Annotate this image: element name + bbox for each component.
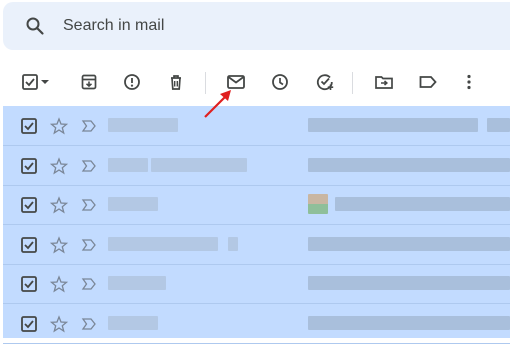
search-bar[interactable]: Search in mail — [3, 2, 510, 50]
subject-redacted — [308, 315, 510, 330]
row-checkbox-icon[interactable] — [20, 117, 38, 135]
row-checkbox-icon[interactable] — [20, 315, 38, 333]
email-row[interactable] — [3, 225, 510, 265]
toolbar-divider — [205, 72, 206, 94]
star-icon[interactable] — [49, 117, 69, 135]
star-icon[interactable] — [49, 275, 69, 293]
row-checkbox-icon[interactable] — [20, 236, 38, 254]
email-list — [3, 106, 510, 344]
row-checkbox-icon[interactable] — [20, 157, 38, 175]
sender-name-redacted — [151, 157, 247, 172]
row-checkbox-icon[interactable] — [20, 275, 38, 293]
sender-name-redacted — [108, 197, 158, 211]
important-marker-icon[interactable] — [80, 275, 98, 293]
star-icon[interactable] — [49, 235, 69, 254]
important-marker-icon[interactable] — [80, 117, 98, 135]
star-icon[interactable] — [49, 314, 69, 333]
thumbnail-redacted — [308, 194, 328, 214]
subject-redacted — [487, 118, 510, 132]
important-marker-icon[interactable] — [80, 236, 98, 254]
add-to-tasks-icon[interactable] — [313, 70, 337, 94]
sender-name-redacted — [108, 118, 178, 132]
email-row[interactable] — [3, 185, 510, 225]
important-marker-icon[interactable] — [80, 315, 98, 333]
sender-name-redacted — [108, 157, 148, 172]
toolbar-divider — [352, 72, 353, 94]
important-marker-icon[interactable] — [80, 157, 98, 175]
more-options-icon[interactable] — [457, 70, 481, 94]
sender-name-redacted — [108, 315, 158, 330]
subject-redacted — [308, 157, 510, 172]
subject-redacted — [308, 276, 510, 290]
email-row[interactable] — [3, 264, 510, 304]
search-icon[interactable] — [25, 16, 45, 36]
label-icon[interactable] — [416, 70, 440, 94]
subject-redacted — [308, 236, 510, 251]
email-row[interactable] — [3, 146, 510, 186]
delete-icon[interactable] — [164, 70, 188, 94]
mail-toolbar — [0, 58, 510, 106]
move-to-icon[interactable] — [372, 70, 396, 94]
sender-name-redacted — [228, 236, 238, 251]
archive-icon[interactable] — [77, 70, 101, 94]
row-checkbox-icon[interactable] — [20, 196, 38, 214]
subject-redacted — [308, 118, 478, 132]
select-dropdown-icon[interactable] — [38, 70, 52, 94]
star-icon[interactable] — [49, 196, 69, 214]
snooze-icon[interactable] — [268, 70, 292, 94]
sender-name-redacted — [108, 276, 166, 290]
report-spam-icon[interactable] — [120, 70, 144, 94]
mark-as-unread-icon[interactable] — [224, 70, 248, 94]
subject-redacted — [335, 197, 510, 211]
important-marker-icon[interactable] — [80, 196, 98, 214]
star-icon[interactable] — [49, 156, 69, 175]
email-row[interactable] — [3, 106, 510, 146]
search-input[interactable]: Search in mail — [63, 17, 164, 35]
sender-name-redacted — [108, 236, 218, 251]
